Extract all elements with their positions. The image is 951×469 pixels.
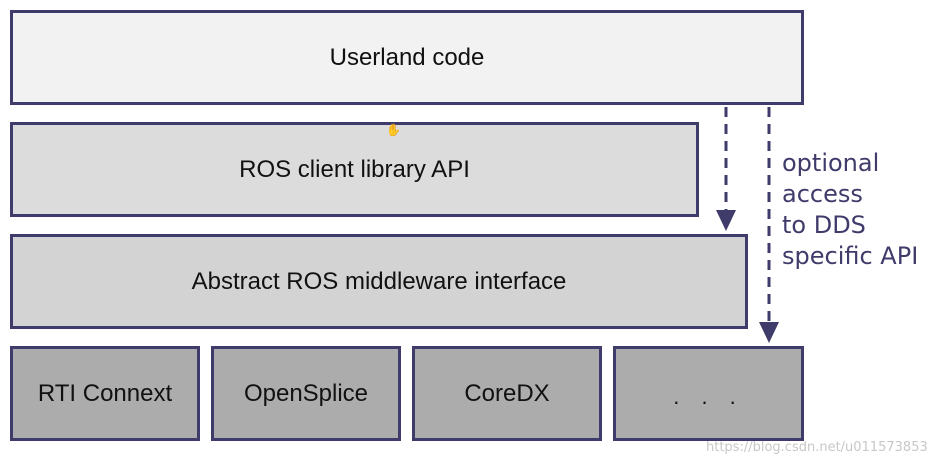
implementation-label: CoreDX xyxy=(464,379,550,407)
ros-client-library-api-layer: ROS client library API xyxy=(10,122,699,217)
implementation-box-more: . . . xyxy=(613,346,804,441)
implementation-box-rti-connext: RTI Connext xyxy=(10,346,200,441)
userland-code-label: Userland code xyxy=(329,43,485,71)
annotation-line: to DDS xyxy=(782,211,866,239)
annotation-line: optional xyxy=(782,149,880,177)
hand-cursor-icon: ✋ xyxy=(386,123,401,137)
watermark-text: https://blog.csdn.net/u011573853 xyxy=(706,440,928,455)
abstract-middleware-interface-layer: Abstract ROS middleware interface xyxy=(10,234,748,329)
implementation-label: RTI Connext xyxy=(37,379,173,407)
implementation-box-coredx: CoreDX xyxy=(412,346,602,441)
dashed-arrow-to-middleware xyxy=(716,107,736,231)
ros-client-library-api-label: ROS client library API xyxy=(239,155,470,183)
userland-code-layer: Userland code xyxy=(10,10,804,105)
optional-dds-access-annotation: optional access to DDS specific API xyxy=(782,148,947,272)
dashed-arrow-to-implementations xyxy=(759,107,779,343)
implementation-label: OpenSplice xyxy=(243,379,369,407)
annotation-line: specific API xyxy=(782,242,919,270)
implementation-ellipsis-label: . . . xyxy=(673,383,744,409)
abstract-middleware-interface-label: Abstract ROS middleware interface xyxy=(191,267,567,295)
implementation-box-opensplice: OpenSplice xyxy=(211,346,401,441)
annotation-line: access xyxy=(782,180,863,208)
